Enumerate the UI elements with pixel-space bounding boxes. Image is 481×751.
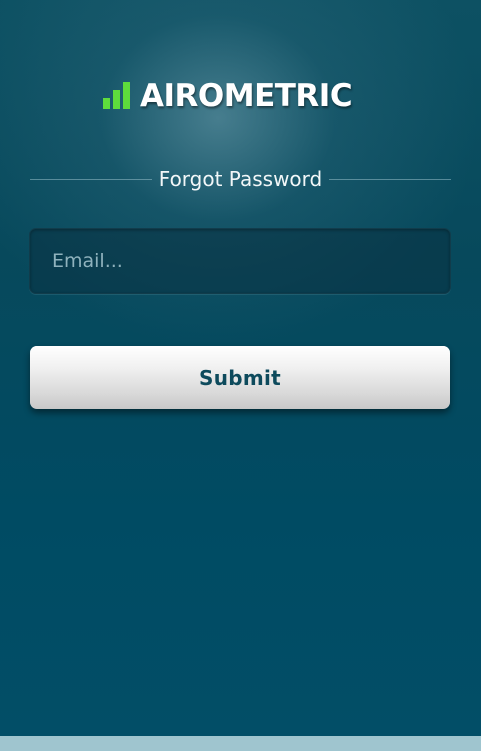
bottom-strip (0, 736, 481, 751)
divider-right (329, 178, 452, 180)
app-screen: AIROMETRIC Forgot Password Submit (0, 0, 481, 736)
signal-bar-2 (113, 90, 120, 109)
forgot-password-heading-row: Forgot Password (30, 166, 452, 192)
signal-bars-icon (103, 81, 130, 109)
divider-left (30, 178, 152, 180)
logo-text: AIROMETRIC (140, 78, 353, 114)
page-title: Forgot Password (158, 167, 323, 191)
submit-button[interactable]: Submit (30, 346, 450, 409)
signal-bar-1 (103, 98, 110, 109)
logo: AIROMETRIC (103, 76, 353, 116)
email-field[interactable] (29, 228, 451, 294)
signal-bar-3 (123, 82, 130, 109)
